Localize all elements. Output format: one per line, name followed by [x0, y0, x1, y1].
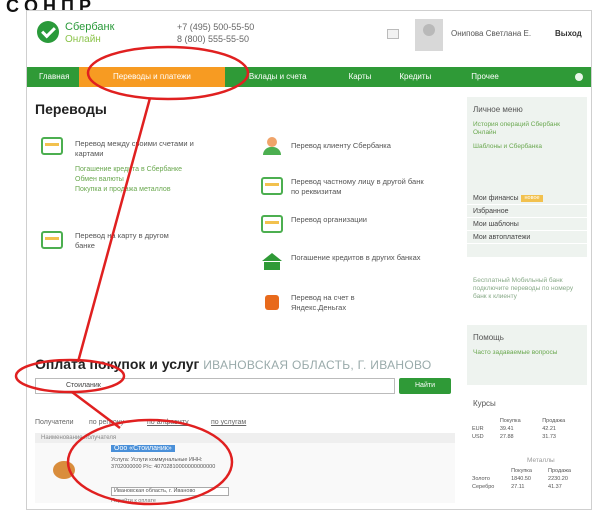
payments-title-text: Оплата покупок и услуг	[35, 356, 200, 372]
favorites-item[interactable]: Избранное	[467, 206, 587, 218]
nav-item-credits[interactable]: Кредиты	[389, 67, 441, 87]
card-other-bank-icon	[41, 231, 63, 249]
region-select[interactable]: Ивановская область, г. Иваново	[111, 487, 229, 496]
loan-other-bank-link[interactable]: Погашение кредитов в других банках	[291, 253, 421, 263]
phone-2: 8 (800) 555-55-50	[177, 34, 250, 44]
user-name[interactable]: Онипова Светлана Е.	[451, 29, 531, 38]
nav-item-transfers-payments[interactable]: Переводы и платежи	[79, 67, 225, 87]
card-transfer-icon	[41, 137, 63, 155]
history-link[interactable]: История операций Сбербанк Онлайн	[473, 121, 583, 137]
rates-head-sell: Продажа	[542, 418, 566, 424]
browser-page: Сбербанк Онлайн +7 (495) 500-55-50 8 (80…	[26, 10, 592, 510]
organization-link[interactable]: Перевод организации	[291, 215, 431, 225]
metals-head-buy: Покупка	[511, 468, 532, 474]
site-header: Сбербанк Онлайн +7 (495) 500-55-50 8 (80…	[27, 11, 591, 61]
results-header: Наименование получателя	[35, 433, 455, 443]
templates-link[interactable]: Шаблоны и Сбербанка	[473, 143, 583, 151]
nav-item-deposits[interactable]: Вклады и счета	[239, 67, 317, 87]
rates-box: Курсы Покупка Продажа EUR 39.41 42.21 US…	[467, 395, 587, 507]
help-title: Помощь	[473, 333, 504, 342]
currency-rates-table: Покупка Продажа EUR 39.41 42.21 USD 27.8…	[469, 417, 585, 441]
logo-line2: Онлайн	[65, 34, 101, 45]
table-row: USD 27.88 31.73	[472, 434, 556, 440]
sber-client-link[interactable]: Перевод клиенту Сбербанка	[291, 141, 441, 151]
phone-1: +7 (495) 500-55-50	[177, 22, 255, 32]
faq-link[interactable]: Часто задаваемые вопросы	[473, 349, 573, 357]
nav-item-cards[interactable]: Карты	[339, 67, 382, 87]
organization-icon	[261, 215, 283, 233]
main-nav: Главная Переводы и платежи Вклады и счет…	[27, 67, 591, 87]
transfers-title: Переводы	[35, 101, 107, 117]
table-row: Серебро 27.11 41.37	[472, 484, 562, 490]
yandex-money-icon	[261, 293, 283, 311]
logo-line1: Сбербанк	[65, 21, 115, 33]
help-box: Помощь Часто задаваемые вопросы	[467, 325, 587, 385]
main-content: Переводы Перевод между своими счетами и …	[35, 101, 455, 509]
pay-link[interactable]: Перейти к оплате	[111, 498, 156, 504]
payments-search-input[interactable]: Стоиланик	[35, 378, 395, 394]
table-row: EUR 39.41 42.21	[472, 426, 556, 432]
own-accounts-link[interactable]: Перевод между своими счетами и картами	[75, 139, 195, 159]
sberbank-logo[interactable]: Сбербанк Онлайн	[37, 19, 157, 51]
metals-head-sell: Продажа	[548, 468, 571, 474]
table-row: Золото 1840.50 2230.20	[472, 476, 568, 482]
my-templates-item[interactable]: Мои шаблоны	[467, 219, 587, 231]
mobile-bank-promo[interactable]: Бесплатный Мобильный банк подключите пер…	[473, 277, 583, 301]
gear-icon[interactable]	[575, 73, 583, 81]
phone-numbers: +7 (495) 500-55-50 8 (800) 555-55-50	[177, 21, 254, 45]
payments-title: Оплата покупок и услуг ИВАНОВСКАЯ ОБЛАСТ…	[35, 356, 432, 372]
yandex-money-link[interactable]: Перевод на счет в Яндекс.Деньгах	[291, 293, 401, 313]
filter-by-alphabet[interactable]: по алфавиту	[147, 419, 189, 426]
new-badge: новое	[521, 194, 543, 202]
private-person-link[interactable]: Перевод частному лицу в другой банк по р…	[291, 177, 431, 197]
avatar[interactable]	[415, 19, 443, 51]
result-row[interactable]: Ооо «Стоиланик» Услуга: Услуги коммуналь…	[35, 443, 455, 504]
sublink-metals[interactable]: Покупка и продажа металлов	[75, 185, 171, 194]
filter-by-services[interactable]: по услугам	[211, 419, 246, 426]
region-link[interactable]: ИВАНОВСКАЯ ОБЛАСТЬ, Г. ИВАНОВО	[203, 358, 431, 372]
nav-item-other[interactable]: Прочее	[461, 67, 509, 87]
sublink-currency-exchange[interactable]: Обмен валюты	[75, 175, 124, 184]
rates-head-buy: Покупка	[499, 418, 521, 424]
sberbank-logo-icon	[37, 21, 59, 43]
nav-item-home[interactable]: Главная	[33, 67, 75, 87]
result-title[interactable]: Ооо «Стоиланик»	[111, 445, 175, 452]
card-other-bank-link[interactable]: Перевод на карту в другом банке	[75, 231, 175, 251]
sublink-loan-repay[interactable]: Погашение кредита в Сбербанке	[75, 165, 182, 174]
my-finances-item[interactable]: Мои финансы новое	[467, 193, 587, 205]
logout-link[interactable]: Выход	[555, 29, 582, 38]
personal-menu-title: Личное меню	[473, 105, 523, 114]
sidebar: Личное меню История операций Сбербанк Он…	[467, 97, 587, 507]
metals-link[interactable]: Металлы	[527, 457, 555, 465]
filter-by-region[interactable]: по региону	[89, 419, 124, 426]
filter-recipients[interactable]: Получатели	[35, 419, 74, 426]
person-icon	[261, 137, 283, 155]
messages-icon[interactable]	[387, 29, 399, 39]
rates-title: Курсы	[473, 399, 496, 408]
autopayments-item[interactable]: Мои автоплатежи	[467, 232, 587, 244]
bank-icon	[261, 253, 283, 271]
my-finances-label: Мои финансы	[473, 195, 519, 202]
metal-rates-table: Покупка Продажа Золото 1840.50 2230.20 С…	[469, 467, 585, 491]
personal-menu: Личное меню История операций Сбербанк Он…	[467, 97, 587, 257]
recipient-logo-icon	[53, 461, 75, 479]
search-filters: Получатели по региону по алфавиту по усл…	[35, 419, 455, 431]
search-button[interactable]: Найти	[399, 378, 451, 394]
result-details: Услуга: Услуги коммунальные ИНН: 3702000…	[111, 457, 216, 470]
private-person-icon	[261, 177, 283, 195]
